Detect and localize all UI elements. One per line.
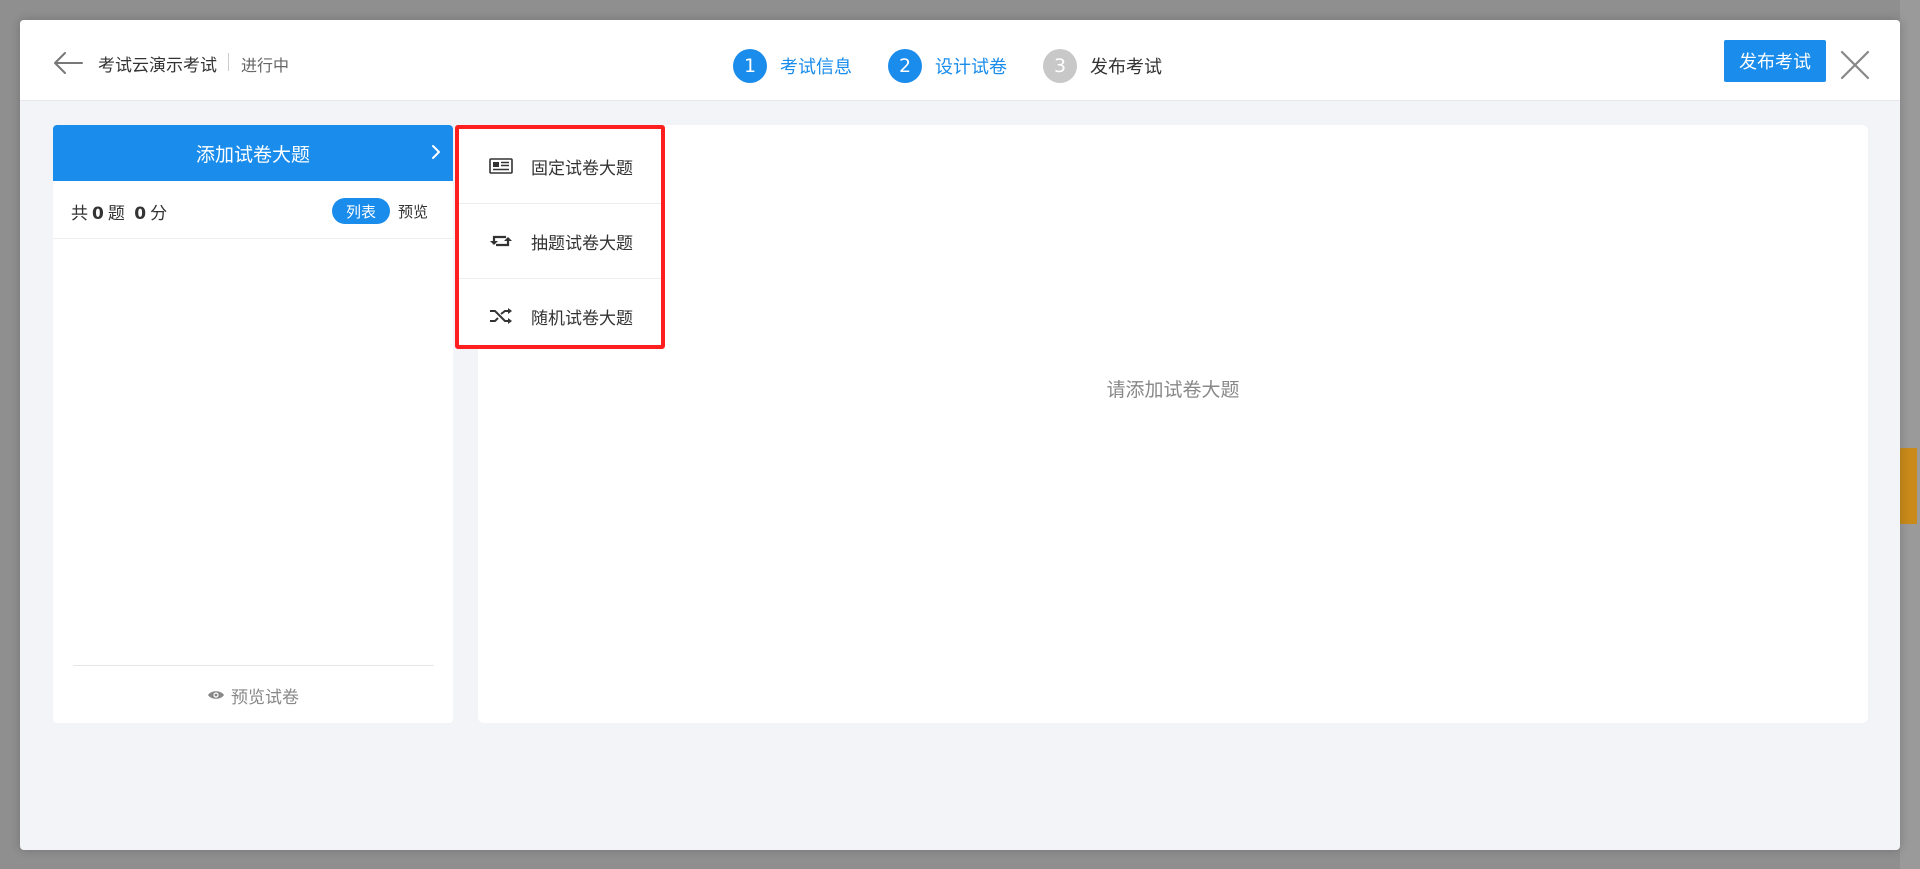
panel-divider: [73, 665, 434, 666]
count-prefix: 共: [71, 204, 88, 224]
dropdown-item-label: 固定试卷大题: [531, 158, 633, 179]
count-bar: 共0题 0分 列表 预览: [53, 181, 453, 239]
design-exam-modal: 考试云演示考试 进行中 1 考试信息 2 设计试卷 3 发布考试 发布考试 添加…: [20, 20, 1900, 850]
paper-content-area: 请添加试卷大题: [478, 125, 1868, 723]
step-exam-info[interactable]: 1 考试信息: [733, 48, 852, 84]
step-design-paper[interactable]: 2 设计试卷: [888, 48, 1007, 84]
view-list-toggle[interactable]: 列表: [332, 198, 390, 224]
step-publish-exam[interactable]: 3 发布考试: [1043, 48, 1162, 84]
question-count: 0: [92, 204, 104, 224]
dropdown-item-fixed[interactable]: 固定试卷大题: [459, 129, 661, 204]
add-section-dropdown: 固定试卷大题 抽题试卷大题 随机试卷大题: [455, 125, 665, 349]
title-divider: [228, 53, 229, 71]
question-summary: 共0题 0分: [71, 199, 167, 224]
dropdown-item-label: 抽题试卷大题: [531, 233, 633, 254]
newspaper-icon: [489, 158, 513, 174]
section-list-panel: 添加试卷大题 共0题 0分 列表 预览 预览试卷: [53, 125, 453, 723]
empty-placeholder: 请添加试卷大题: [1106, 379, 1240, 401]
dropdown-item-label: 随机试卷大题: [531, 308, 633, 329]
step-label: 发布考试: [1090, 57, 1162, 78]
preview-paper-button[interactable]: 预览试卷: [53, 680, 453, 710]
eye-icon: [208, 691, 224, 699]
step-label: 设计试卷: [935, 57, 1007, 78]
step-number: 3: [1043, 49, 1077, 83]
background-strip: [1900, 0, 1920, 869]
back-arrow-icon[interactable]: [52, 50, 84, 76]
view-preview-toggle[interactable]: 预览: [398, 201, 428, 222]
side-feedback-tab[interactable]: [1899, 448, 1917, 524]
add-section-label: 添加试卷大题: [195, 143, 310, 166]
dropdown-item-draw[interactable]: 抽题试卷大题: [459, 204, 661, 279]
close-icon[interactable]: [1838, 48, 1872, 82]
step-number: 1: [733, 49, 767, 83]
dropdown-item-random[interactable]: 随机试卷大题: [459, 279, 661, 353]
exam-status: 进行中: [241, 56, 290, 75]
publish-exam-button[interactable]: 发布考试: [1724, 40, 1826, 82]
chevron-right-icon: [432, 145, 440, 159]
question-unit: 题: [107, 204, 125, 224]
preview-paper-label: 预览试卷: [231, 687, 299, 708]
shuffle-icon: [490, 308, 512, 324]
score-count: 0: [134, 204, 147, 224]
retweet-icon: [490, 235, 512, 247]
add-section-button[interactable]: 添加试卷大题: [53, 125, 453, 181]
exam-title: 考试云演示考试: [98, 56, 217, 76]
step-label: 考试信息: [780, 57, 852, 78]
step-number: 2: [888, 49, 922, 83]
modal-header: 考试云演示考试 进行中 1 考试信息 2 设计试卷 3 发布考试 发布考试: [20, 20, 1900, 101]
score-unit: 分: [150, 204, 168, 224]
